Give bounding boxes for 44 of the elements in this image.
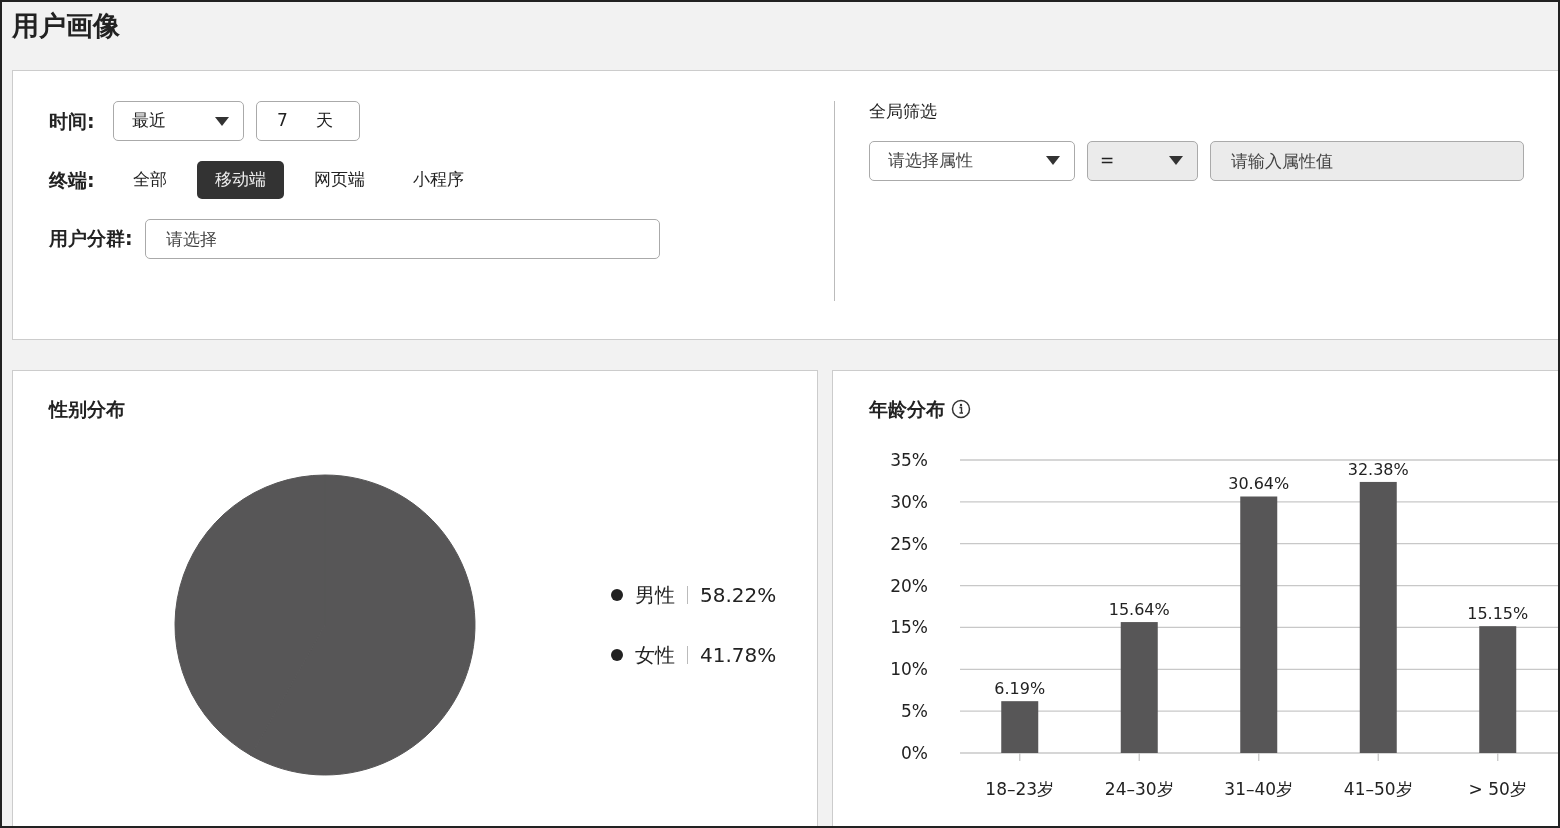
axis-label: 35% <box>890 449 928 470</box>
terminal-tab[interactable]: 小程序 <box>395 161 482 199</box>
terminal-tab[interactable]: 全部 <box>115 161 185 199</box>
attribute-select[interactable]: 请选择属性 <box>869 140 1075 181</box>
legend-value: 41.78% <box>700 641 777 669</box>
axis-label: 5% <box>901 700 928 721</box>
time-label: 时间: <box>49 108 96 134</box>
terminal-tab[interactable]: 网页端 <box>296 161 383 199</box>
axis-label: 0% <box>901 742 928 763</box>
terminal-tab[interactable]: 移动端 <box>197 161 284 199</box>
axis-label: 25% <box>890 533 928 554</box>
legend-dot <box>611 588 623 601</box>
axis-label: > 50岁 <box>1468 778 1527 799</box>
caret-icon <box>1169 156 1183 165</box>
period-select[interactable]: 最近 <box>113 101 244 141</box>
page-title: 用户画像 <box>12 9 121 43</box>
segment-field[interactable]: 请选择 <box>144 218 660 259</box>
axis-label: 41–50岁 <box>1343 778 1413 799</box>
axis-label: 20% <box>890 575 928 596</box>
value-label: 32.38% <box>1347 459 1409 479</box>
legend-label: 女性 <box>635 641 675 669</box>
value-label: 15.64% <box>1108 599 1170 619</box>
card-title: 年龄分布 <box>869 397 945 422</box>
caret-icon <box>215 116 229 126</box>
info-icon[interactable] <box>951 399 971 420</box>
value-label: 15.15% <box>1467 603 1529 623</box>
segment-label: 用户分群: <box>49 226 133 252</box>
axis-label: 18–23岁 <box>985 778 1055 799</box>
legend-label: 男性 <box>635 581 675 609</box>
legend-dot <box>611 648 623 661</box>
axis-label: 10% <box>890 658 928 679</box>
axis-label: 15% <box>890 616 928 637</box>
axis-label: 24–30岁 <box>1104 778 1174 799</box>
legend-value: 58.22% <box>700 581 777 609</box>
bar <box>1001 700 1039 753</box>
caret-icon <box>1046 156 1060 165</box>
days-field[interactable]: 7 天 <box>256 101 360 141</box>
axis-label: 31–40岁 <box>1224 778 1294 799</box>
axis-label: 30% <box>890 491 928 512</box>
value-label: 6.19% <box>994 678 1046 698</box>
value-label: 30.64% <box>1228 474 1290 493</box>
global-filter-title: 全局筛选 <box>869 100 938 123</box>
terminal-label: 终端: <box>49 167 96 193</box>
card-title: 性别分布 <box>49 397 125 422</box>
